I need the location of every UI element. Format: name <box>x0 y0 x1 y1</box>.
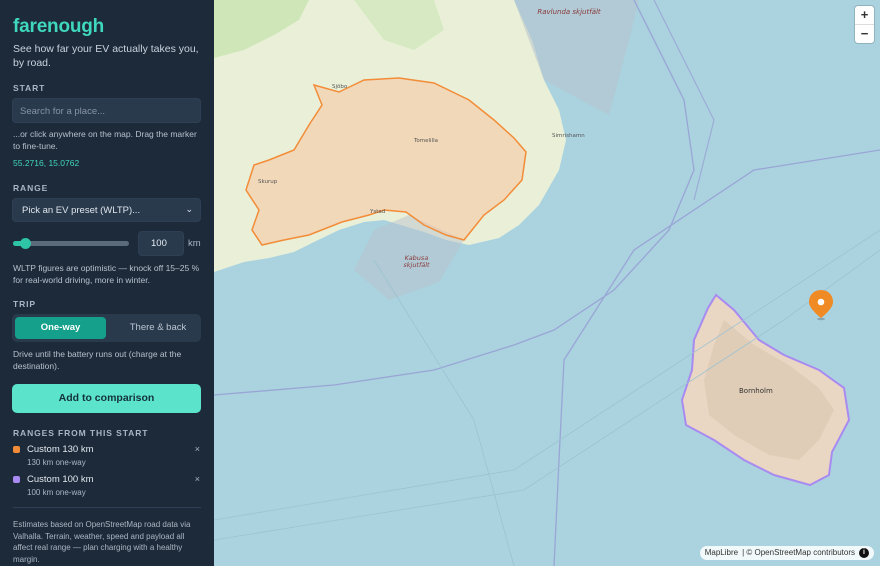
zoom-controls: + − <box>855 6 874 43</box>
start-hint: ...or click anywhere on the map. Drag th… <box>13 129 197 151</box>
range-slider-handle[interactable] <box>19 238 31 249</box>
map-canvas[interactable]: Ravlunda skjutfält Kabusa skjutfält Born… <box>214 0 880 566</box>
comparison-item-name: Custom 130 km <box>27 444 94 455</box>
comparison-section-label: RANGES FROM THIS START <box>13 428 149 438</box>
there-and-back-option[interactable]: There & back <box>118 317 198 339</box>
ev-preset-select[interactable]: Pick an EV preset (WLTP)... ⌄ <box>12 198 201 222</box>
trip-mode-toggle: One-way There & back <box>12 314 201 342</box>
divider <box>13 507 201 508</box>
comparison-item-detail: 100 km one-way <box>27 488 86 497</box>
zoom-out-button[interactable]: − <box>855 25 874 43</box>
sjobo-label: Sjöbo <box>332 84 348 90</box>
simrishamn-label: Simrishamn <box>552 133 585 139</box>
range-km-input[interactable]: 100 <box>138 231 184 256</box>
info-icon[interactable]: i <box>859 548 869 558</box>
comparison-item-detail: 130 km one-way <box>27 458 86 467</box>
ev-preset-value: Pick an EV preset (WLTP)... <box>22 205 141 216</box>
tomelilla-label: Tomelilla <box>414 138 439 144</box>
trip-note: Drive until the battery runs out (charge… <box>13 349 182 371</box>
ravlunda-label: Ravlunda skjutfält <box>537 8 601 16</box>
remove-icon[interactable]: × <box>195 444 200 454</box>
zoom-in-button[interactable]: + <box>855 6 874 24</box>
range-slider[interactable] <box>13 238 129 249</box>
range-unit-label: km <box>188 238 201 249</box>
app-logo: farenough <box>13 16 105 37</box>
disclaimer-note: Estimates based on OpenStreetMap road da… <box>13 520 191 564</box>
osm-attribution-link[interactable]: | © OpenStreetMap contributors <box>742 548 855 558</box>
app-tagline: See how far your EV actually takes you, … <box>13 43 199 69</box>
one-way-option[interactable]: One-way <box>15 317 106 339</box>
start-section-label: START <box>13 83 46 93</box>
range-color-swatch <box>13 476 20 483</box>
remove-icon[interactable]: × <box>195 474 200 484</box>
skurup-label: Skurup <box>258 179 278 185</box>
place-search-input[interactable]: Search for a place... <box>12 98 201 123</box>
start-coordinates: 55.2716, 15.0762 <box>13 158 80 168</box>
map-attribution: MapLibre | © OpenStreetMap contributors … <box>699 546 874 560</box>
ystad-label: Ystad <box>370 209 386 215</box>
wltp-note: WLTP figures are optimistic — knock off … <box>13 263 200 285</box>
comparison-item-name: Custom 100 km <box>27 474 94 485</box>
bornholm-label: Bornholm <box>739 387 773 395</box>
kabusa-label: Kabusa skjutfält <box>403 254 430 269</box>
maplibre-link[interactable]: MapLibre <box>705 548 738 558</box>
trip-section-label: TRIP <box>13 299 36 309</box>
range-color-swatch <box>13 446 20 453</box>
chevron-down-icon: ⌄ <box>185 204 193 214</box>
sidebar: farenough See how far your EV actually t… <box>0 0 214 566</box>
range-section-label: RANGE <box>13 183 49 193</box>
map-graphics <box>214 0 880 566</box>
add-to-comparison-button[interactable]: Add to comparison <box>12 384 201 413</box>
